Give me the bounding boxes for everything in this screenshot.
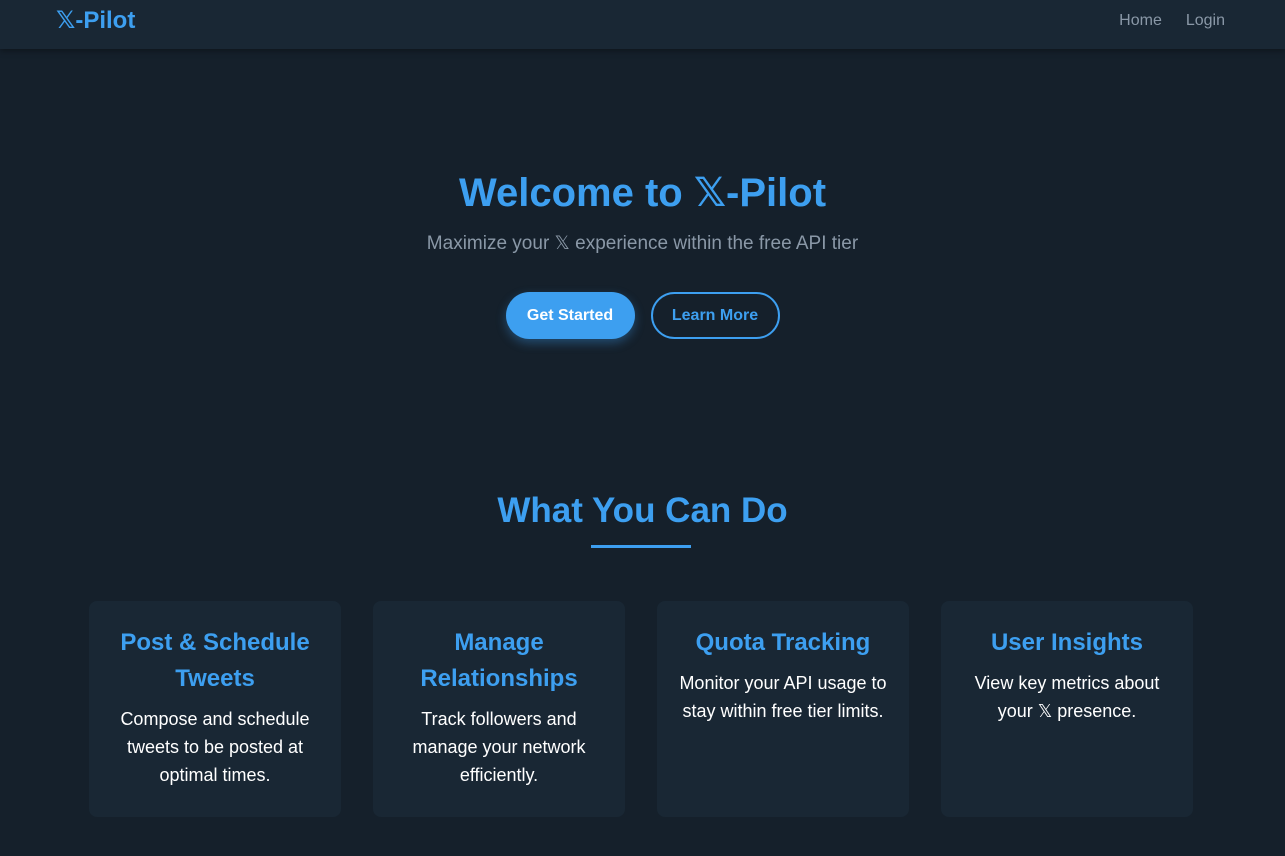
hero-subtitle: Maximize your 𝕏 experience within the fr… [426,233,859,254]
top-navbar: 𝕏-Pilot Home Login [0,0,1285,49]
get-started-button[interactable]: Get Started [505,292,635,339]
feature-card-title: User Insights [990,629,1144,656]
hero-buttons: Get Started Learn More [0,292,1285,339]
nav-links: Home Login [1119,12,1225,30]
feature-card-manage-relationships: Manage Relationships Track followers and… [373,601,625,817]
features-title: What You Can Do [497,491,788,530]
nav-link-login[interactable]: Login [1186,12,1225,30]
feature-card-title: Manage Relationships [420,629,578,692]
feature-card-description: Compose and schedule tweets to be posted… [120,709,310,785]
feature-card-quota-tracking: Quota Tracking Monitor your API usage to… [657,601,909,817]
learn-more-button[interactable]: Learn More [650,292,780,339]
feature-card-description: Track followers and manage your network … [412,709,586,785]
feature-card-title: Post & Schedule Tweets [120,629,310,692]
feature-card-post-schedule: Post & Schedule Tweets Compose and sched… [89,601,341,817]
brand-logo[interactable]: 𝕏-Pilot [56,7,135,35]
hero-title: Welcome to 𝕏-Pilot [458,171,827,215]
feature-card-description: View key metrics about your 𝕏 presence. [974,673,1160,721]
features-title-underline [591,545,691,548]
feature-cards: Post & Schedule Tweets Compose and sched… [89,601,1193,817]
nav-link-home[interactable]: Home [1119,12,1162,30]
feature-card-description: Monitor your API usage to stay within fr… [679,673,887,721]
feature-card-title: Quota Tracking [695,629,871,656]
feature-card-user-insights: User Insights View key metrics about you… [941,601,1193,817]
